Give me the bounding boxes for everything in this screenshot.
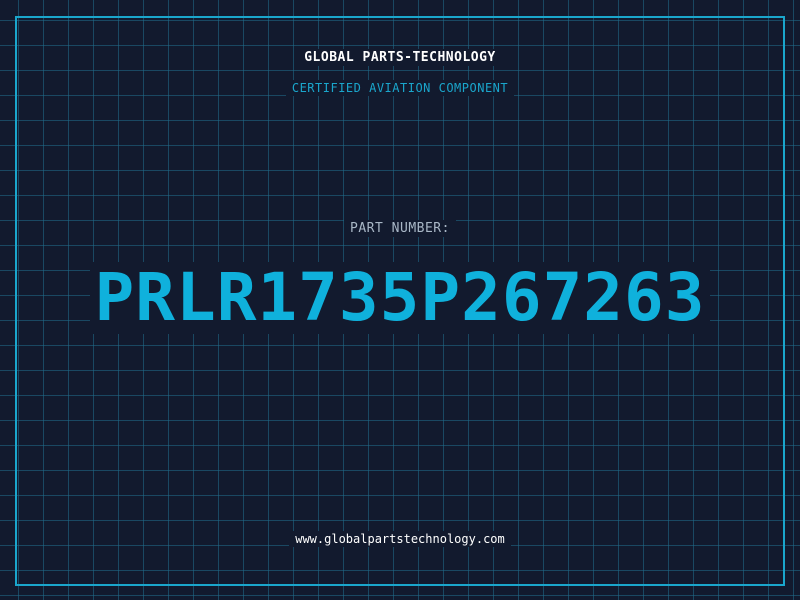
company-name-line: GLOBAL PARTS-TECHNOLOGY (0, 49, 800, 66)
part-number-label: PART NUMBER: (344, 220, 456, 237)
label-canvas: GLOBAL PARTS-TECHNOLOGY CERTIFIED AVIATI… (0, 0, 800, 600)
company-name: GLOBAL PARTS-TECHNOLOGY (298, 49, 502, 66)
part-number-value: PRLR1735P267263 (90, 262, 710, 334)
part-number-label-line: PART NUMBER: (0, 220, 800, 237)
certification-subtitle: CERTIFIED AVIATION COMPONENT (285, 80, 515, 96)
website-url: www.globalpartstechnology.com (289, 531, 511, 547)
subtitle-line: CERTIFIED AVIATION COMPONENT (0, 80, 800, 96)
website-line: www.globalpartstechnology.com (0, 531, 800, 547)
part-number-line: PRLR1735P267263 (0, 262, 800, 334)
